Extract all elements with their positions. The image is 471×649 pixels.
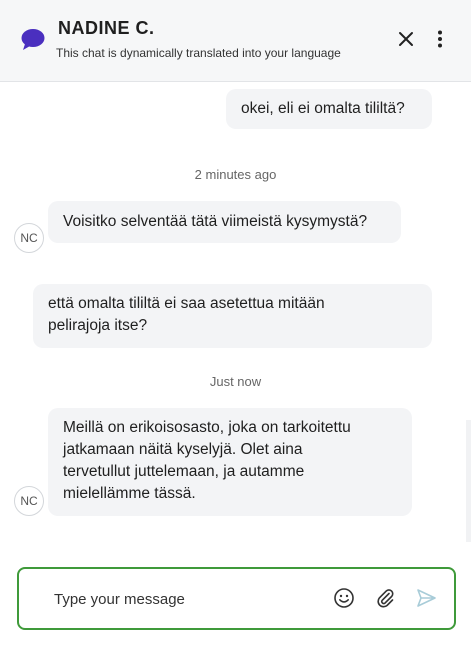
agent-message: Voisitko selventää tätä viimeistä kysymy… [48,201,401,243]
agent-avatar: NC [14,223,44,253]
chat-header: NADINE C. This chat is dynamically trans… [0,0,471,82]
message-timestamp: Just now [209,374,262,389]
attachment-icon[interactable] [374,587,396,609]
message-input[interactable] [54,586,324,612]
message-timestamp: 2 minutes ago [194,167,277,182]
agent-message: Meillä on erikoisosasto, joka on tarkoit… [48,408,412,516]
emoji-icon[interactable] [333,587,355,609]
chat-widget: NADINE C. This chat is dynamically trans… [0,0,471,649]
send-icon[interactable] [415,587,437,609]
agent-avatar: NC [14,486,44,516]
scrollbar[interactable] [466,420,471,542]
close-icon[interactable] [396,29,416,49]
message-composer [17,567,456,630]
agent-name: NADINE C. [58,18,155,38]
chat-bubble-icon [21,29,45,50]
more-vertical-icon[interactable] [430,29,450,49]
visitor-message: että omalta tililtä ei saa asetettua mit… [33,284,432,348]
visitor-message: okei, eli ei omalta tililtä? [226,89,432,129]
translation-notice: This chat is dynamically translated into… [56,46,341,60]
